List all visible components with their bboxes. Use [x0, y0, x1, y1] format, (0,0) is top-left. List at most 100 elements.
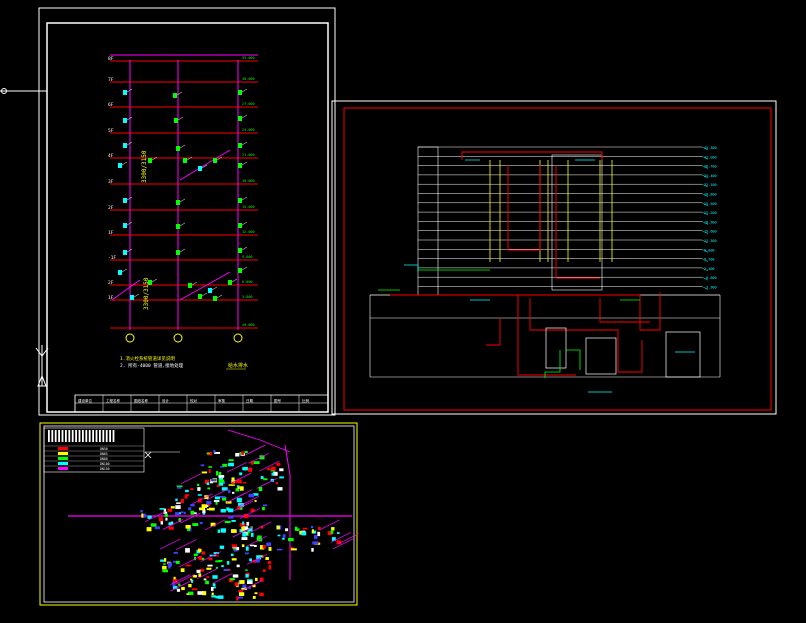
- sprinkler-head: [257, 535, 262, 539]
- sprinkler-head: [175, 498, 178, 501]
- sprinkler-head: [159, 508, 165, 510]
- title-cell-label: 建设单位: [78, 398, 92, 403]
- valve-leader: [211, 286, 218, 291]
- level-mark-text: 18.900: [704, 220, 717, 224]
- elevation-label: 9.000: [242, 255, 253, 259]
- sprinkler-head: [167, 508, 173, 512]
- sprinkler-head: [245, 574, 249, 578]
- floor-label: 3F: [108, 179, 114, 185]
- sprinkler-head: [170, 506, 175, 509]
- sprinkler-head: [231, 558, 237, 561]
- sprinkler-head: [218, 475, 225, 478]
- sprinkler-head: [270, 466, 276, 471]
- sprinkler-head: [207, 564, 213, 567]
- level-mark-text: 15.600: [704, 230, 717, 234]
- valve-leader: [241, 161, 248, 166]
- sprinkler-head: [242, 466, 248, 471]
- valve-icon: [123, 143, 127, 148]
- note-title: 1.消火栓系统管道详见说明: [120, 355, 175, 362]
- sprinkler-head: [228, 508, 234, 513]
- sprinkler-head: [330, 529, 334, 534]
- sprinkler-head: [244, 451, 248, 454]
- sprinkler-head: [241, 526, 245, 531]
- sprinkler-head: [277, 487, 283, 491]
- valve-leader: [241, 266, 248, 271]
- sprinkler-head: [235, 453, 240, 457]
- legend-swatch: [58, 457, 68, 460]
- sprinkler-head: [244, 552, 249, 555]
- sprinkler-head: [208, 469, 211, 473]
- sprinkler-head: [276, 463, 281, 466]
- sprinkler-head: [205, 580, 209, 585]
- floor-label: 2F: [108, 205, 114, 211]
- sprinkler-head: [268, 565, 272, 570]
- elevation-label: 33.000: [242, 56, 255, 60]
- sprinkler-head: [221, 565, 224, 567]
- valve-icon: [123, 90, 127, 95]
- legend-swatch: [58, 447, 68, 450]
- title-cell-label: 图号: [274, 398, 282, 403]
- sprinkler-head: [200, 464, 205, 467]
- sheet-border-inner: [46, 22, 329, 413]
- sprinkler-head: [317, 531, 321, 537]
- dim-label-lower: 3300/3150: [143, 277, 150, 310]
- sprinkler-head: [203, 578, 207, 581]
- sprinkler-head: [226, 561, 230, 565]
- sprinkler-head: [141, 513, 144, 518]
- axis-bubble-1: [125, 333, 135, 343]
- sprinkler-head: [212, 583, 216, 587]
- legend-barcode: [58, 430, 60, 442]
- cad-model-space[interactable]: 8F 33.000 7F 30.000 6F 27.000 5F 24.000 4F 21.000…: [0, 0, 806, 623]
- water-tank: [665, 331, 701, 378]
- level-mark-text: 9.000: [704, 248, 715, 252]
- floor-label: 7F: [108, 77, 114, 83]
- sprinkler-head: [231, 544, 237, 548]
- sprinkler-head: [213, 450, 216, 453]
- sprinkler-head: [239, 580, 245, 584]
- sprinkler-head: [173, 576, 176, 580]
- valve-icon: [130, 295, 134, 300]
- floor-label: 4F: [108, 153, 114, 159]
- legend-barcode: [95, 430, 98, 442]
- sprinkler-head: [191, 588, 198, 591]
- elevation-label: 18.000: [242, 179, 255, 183]
- valve-icon: [183, 158, 187, 163]
- sprinkler-head: [237, 596, 243, 599]
- valve-icon: [238, 198, 242, 203]
- sprinkler-head: [249, 558, 252, 562]
- sprinkler-head: [242, 521, 245, 525]
- sprinkler-head: [158, 517, 163, 522]
- level-mark-text: 22.200: [704, 211, 717, 215]
- sprinkler-head: [313, 535, 318, 540]
- legend-row-label: DN65: [100, 452, 108, 456]
- valve-icon: [238, 223, 242, 228]
- sprinkler-head: [219, 482, 224, 486]
- valve-icon: [123, 250, 127, 255]
- valve-leader: [241, 221, 248, 226]
- sprinkler-head: [295, 528, 300, 531]
- legend-barcode: [78, 430, 81, 442]
- sprinkler-head: [290, 548, 297, 551]
- valve-leader: [179, 222, 186, 227]
- sprinkler-head: [160, 559, 165, 562]
- valve-leader: [241, 141, 248, 146]
- sprinkler-head: [267, 468, 271, 471]
- level-mark-text: 12.300: [704, 239, 717, 243]
- sprinkler-head: [285, 528, 289, 532]
- sprinkler-head: [162, 565, 167, 570]
- valve-icon: [198, 294, 202, 299]
- branch-pipe: [160, 538, 181, 550]
- sprinkler-head: [215, 501, 218, 505]
- sprinkler-head: [176, 588, 181, 592]
- sprinkler-head: [282, 537, 285, 540]
- sprinkler-head: [185, 489, 189, 493]
- sprinkler-head: [190, 503, 195, 507]
- sprinkler-head: [271, 472, 275, 476]
- sprinkler-head: [188, 584, 192, 588]
- valve-leader: [231, 278, 238, 283]
- sprinkler-head: [160, 521, 163, 525]
- legend-barcode: [82, 430, 84, 442]
- legend-barcode: [65, 430, 67, 442]
- elevation-label: 15.000: [242, 205, 255, 209]
- sprinkler-head: [206, 452, 210, 455]
